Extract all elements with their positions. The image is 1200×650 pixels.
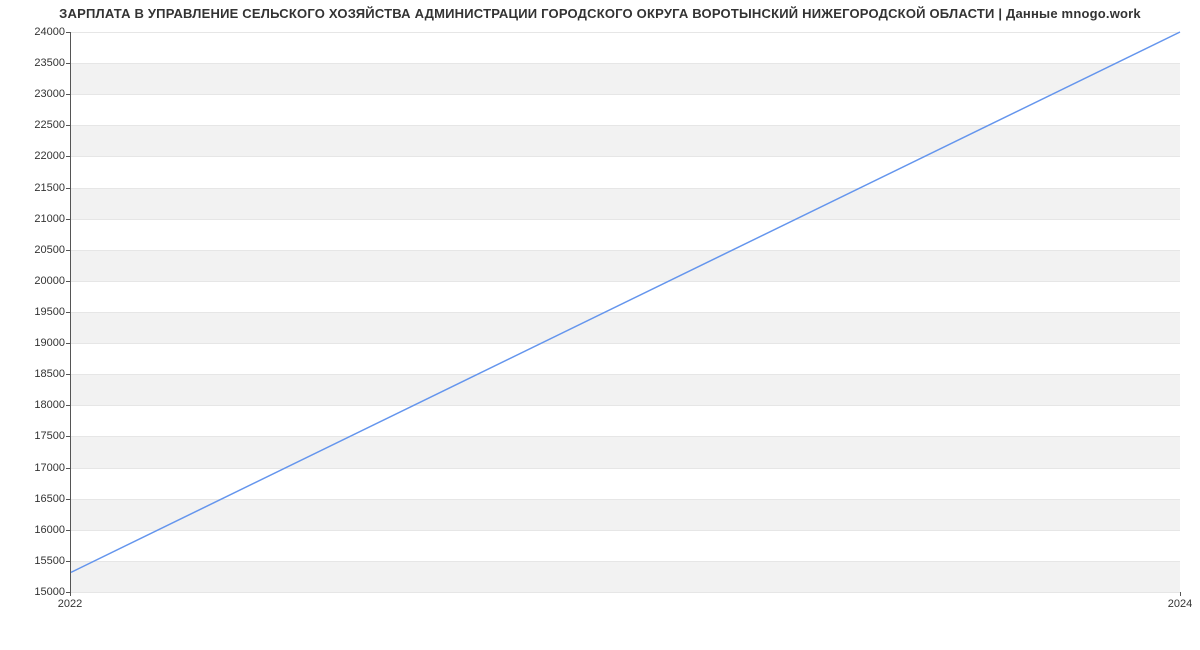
- y-tick-mark: [66, 405, 70, 406]
- y-tick-mark: [66, 188, 70, 189]
- y-tick-label: 18500: [10, 368, 65, 380]
- y-tick-mark: [66, 94, 70, 95]
- y-tick-mark: [66, 250, 70, 251]
- y-tick-label: 24000: [10, 26, 65, 38]
- y-tick-label: 21000: [10, 213, 65, 225]
- y-tick-mark: [66, 32, 70, 33]
- chart-container: ЗАРПЛАТА В УПРАВЛЕНИЕ СЕЛЬСКОГО ХОЗЯЙСТВ…: [0, 0, 1200, 650]
- x-tick-mark: [1180, 592, 1181, 596]
- y-tick-label: 21500: [10, 182, 65, 194]
- x-tick-mark: [70, 592, 71, 596]
- y-tick-mark: [66, 561, 70, 562]
- y-tick-mark: [66, 530, 70, 531]
- x-tick-label: 2024: [1168, 598, 1192, 610]
- y-tick-mark: [66, 374, 70, 375]
- y-tick-label: 17000: [10, 462, 65, 474]
- line-layer: [71, 32, 1180, 591]
- y-tick-mark: [66, 125, 70, 126]
- y-tick-label: 20500: [10, 244, 65, 256]
- y-tick-label: 17500: [10, 430, 65, 442]
- y-tick-mark: [66, 499, 70, 500]
- y-tick-label: 19500: [10, 306, 65, 318]
- y-tick-mark: [66, 343, 70, 344]
- y-tick-mark: [66, 468, 70, 469]
- y-tick-mark: [66, 63, 70, 64]
- x-tick-label: 2022: [58, 598, 82, 610]
- y-tick-label: 19000: [10, 337, 65, 349]
- grid-line: [71, 592, 1180, 593]
- chart-title: ЗАРПЛАТА В УПРАВЛЕНИЕ СЕЛЬСКОГО ХОЗЯЙСТВ…: [0, 6, 1200, 21]
- plot-area: [70, 32, 1180, 592]
- y-tick-mark: [66, 312, 70, 313]
- y-tick-label: 18000: [10, 399, 65, 411]
- y-tick-label: 22500: [10, 119, 65, 131]
- y-tick-label: 15500: [10, 555, 65, 567]
- y-tick-label: 16000: [10, 524, 65, 536]
- data-line: [71, 32, 1180, 572]
- y-tick-mark: [66, 156, 70, 157]
- y-tick-mark: [66, 281, 70, 282]
- y-tick-label: 22000: [10, 150, 65, 162]
- y-tick-label: 16500: [10, 493, 65, 505]
- y-tick-label: 23500: [10, 57, 65, 69]
- y-tick-mark: [66, 436, 70, 437]
- y-tick-label: 20000: [10, 275, 65, 287]
- y-tick-label: 15000: [10, 586, 65, 598]
- y-tick-label: 23000: [10, 88, 65, 100]
- y-tick-mark: [66, 219, 70, 220]
